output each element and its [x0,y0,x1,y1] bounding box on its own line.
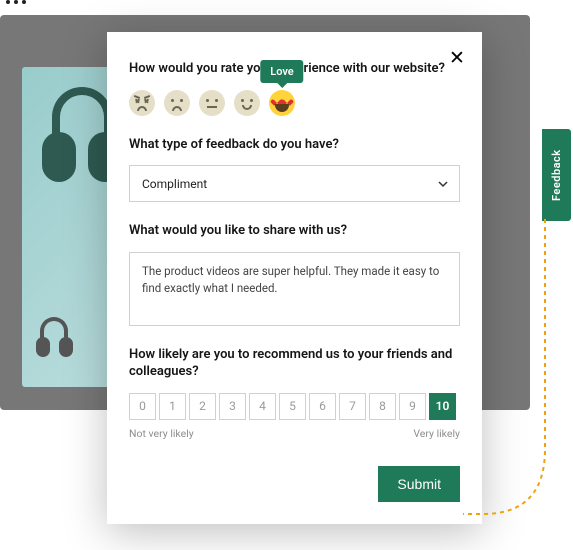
question-share: What would you like to share with us? [129,222,460,240]
nps-labels: Not very likely Very likely [129,427,460,440]
nps-option-9[interactable]: 9 [399,393,426,420]
emoji-sad[interactable] [164,90,190,116]
close-button[interactable]: ✕ [447,48,467,68]
nps-option-7[interactable]: 7 [339,393,366,420]
close-icon: ✕ [449,48,465,69]
nps-low-label: Not very likely [129,427,194,440]
question-nps: How likely are you to recommend us to yo… [129,346,460,381]
emoji-smile[interactable] [234,90,260,116]
nps-high-label: Very likely [413,427,460,440]
emoji-love[interactable]: Love [269,90,295,116]
emoji-neutral[interactable] [199,90,225,116]
emoji-tooltip: Love [260,60,303,83]
nps-option-10[interactable]: 10 [429,393,456,420]
feedback-modal: ✕ How would you rate your experience wit… [107,32,482,524]
window-dots [6,0,26,4]
nps-option-5[interactable]: 5 [279,393,306,420]
feedback-tab[interactable]: Feedback [542,129,571,221]
feedback-textarea[interactable]: The product videos are super helpful. Th… [129,252,460,326]
emoji-angry[interactable] [129,90,155,116]
feedback-type-select[interactable]: Compliment [129,165,460,202]
chevron-down-icon [437,178,449,190]
nps-option-1[interactable]: 1 [159,393,186,420]
nps-option-3[interactable]: 3 [219,393,246,420]
headphones-thumbnail [32,317,77,362]
question-feedback-type: What type of feedback do you have? [129,136,460,154]
select-value: Compliment [142,177,207,191]
submit-button[interactable]: Submit [378,466,460,502]
textarea-content: The product videos are super helpful. Th… [142,264,439,295]
nps-option-0[interactable]: 0 [129,393,156,420]
nps-option-2[interactable]: 2 [189,393,216,420]
nps-option-8[interactable]: 8 [369,393,396,420]
nps-scale: 012345678910 [129,393,460,420]
nps-option-4[interactable]: 4 [249,393,276,420]
nps-option-6[interactable]: 6 [309,393,336,420]
emoji-rating-row: Love [129,90,460,116]
